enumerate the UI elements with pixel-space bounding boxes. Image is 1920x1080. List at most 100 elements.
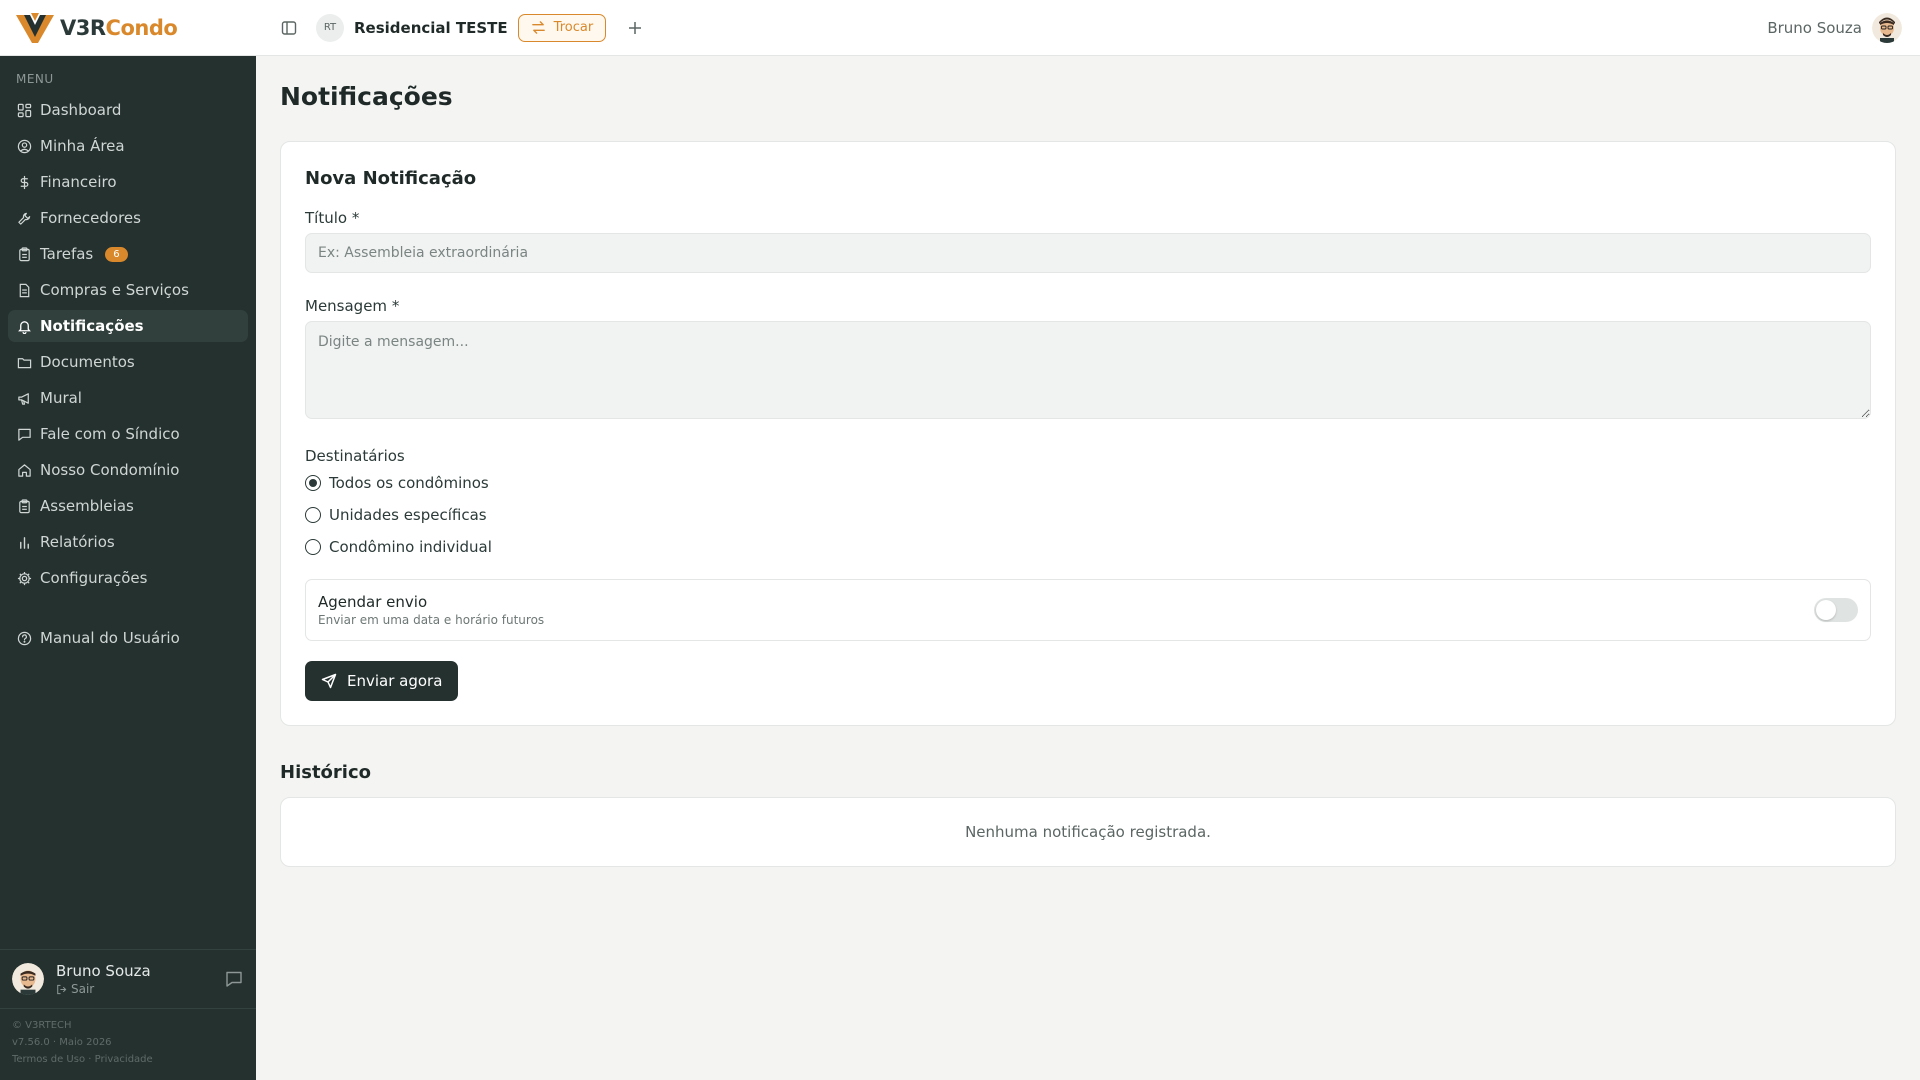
logo-mark-icon — [16, 12, 54, 43]
chat-icon[interactable] — [224, 969, 244, 989]
switch-condo-button[interactable]: Trocar — [517, 13, 607, 42]
sidebar-item-label: Tarefas — [40, 245, 94, 263]
clipboard-icon — [16, 498, 32, 514]
radio-button[interactable] — [305, 507, 321, 523]
privacy-link[interactable]: Privacidade — [95, 1054, 153, 1065]
radio-button[interactable] — [305, 539, 321, 555]
schedule-text: Agendar envio Enviar em uma data e horár… — [318, 593, 1814, 627]
sidebar-item-label: Fale com o Síndico — [40, 425, 180, 443]
new-notification-card: Nova Notificação Título * Mensagem * Des… — [280, 141, 1896, 726]
condo-initials-badge: RT — [316, 13, 344, 42]
sidebar-item-fornecedores[interactable]: Fornecedores — [8, 202, 248, 234]
sidebar-item-label: Manual do Usuário — [40, 629, 180, 647]
recipient-option-units[interactable]: Unidades específicas — [305, 503, 1871, 527]
title-input[interactable] — [305, 233, 1871, 273]
dollar-icon — [16, 174, 32, 190]
bar-chart-icon — [16, 534, 32, 550]
add-condo-button[interactable] — [622, 15, 648, 41]
sidebar-item-label: Configurações — [40, 569, 148, 587]
sidebar-item-notificacoes[interactable]: Notificações — [8, 310, 248, 342]
message-textarea[interactable] — [305, 321, 1871, 419]
legal-info: © V3RTECH v7.56.0 · Maio 2026 Termos de … — [0, 1009, 256, 1080]
recipients-label: Destinatários — [305, 447, 405, 465]
sidebar-item-label: Notificações — [40, 317, 144, 335]
copyright-text: © V3RTECH — [12, 1020, 72, 1031]
file-icon — [16, 282, 32, 298]
condo-name: Residencial TESTE — [354, 18, 508, 37]
avatar-image-icon — [1872, 12, 1902, 43]
recipient-option-all[interactable]: Todos os condôminos — [305, 471, 1871, 495]
user-circle-icon — [16, 138, 32, 154]
sidebar-item-financeiro[interactable]: Financeiro — [8, 166, 248, 198]
history-title: Histórico — [280, 762, 372, 783]
wrench-icon — [16, 210, 32, 226]
message-icon — [16, 426, 32, 442]
empty-state-text: Nenhuma notificação registrada. — [965, 823, 1211, 841]
page-title: Notificações — [280, 82, 453, 111]
avatar — [1872, 12, 1902, 43]
home-icon — [16, 462, 32, 478]
legal-separator: · — [88, 1054, 92, 1065]
schedule-toggle[interactable] — [1814, 598, 1858, 622]
sidebar-item-assembleias[interactable]: Assembleias — [8, 490, 248, 522]
sidebar-item-manual[interactable]: Manual do Usuário — [8, 622, 248, 654]
sidebar-item-fale-sindico[interactable]: Fale com o Síndico — [8, 418, 248, 450]
switch-arrows-icon — [531, 21, 545, 34]
recipient-option-individual[interactable]: Condômino individual — [305, 535, 1871, 559]
app-logo[interactable]: V3RCondo — [0, 0, 256, 56]
sidebar-item-label: Financeiro — [40, 173, 117, 191]
plus-icon — [629, 21, 642, 34]
sidebar-toggle-button[interactable] — [276, 15, 302, 41]
sidebar-item-minha-area[interactable]: Minha Área — [8, 130, 248, 162]
sidebar-item-tarefas[interactable]: Tarefas 6 — [8, 238, 248, 270]
folder-icon — [16, 354, 32, 370]
send-now-button[interactable]: Enviar agora — [305, 661, 459, 701]
sidebar-item-configuracoes[interactable]: Configurações — [8, 562, 248, 594]
recipient-option-label: Unidades específicas — [329, 506, 487, 524]
sidebar-item-label: Fornecedores — [40, 209, 141, 227]
recipients-radio-group: Todos os condôminos Unidades específicas… — [305, 471, 1871, 559]
message-field-label: Mensagem * — [305, 297, 400, 315]
send-now-label: Enviar agora — [347, 672, 443, 690]
recipient-option-label: Todos os condôminos — [329, 474, 489, 492]
logout-label: Sair — [71, 982, 95, 996]
tasks-count-badge: 6 — [105, 246, 128, 262]
title-field-label: Título * — [305, 209, 360, 227]
card-title: Nova Notificação — [305, 168, 477, 189]
sidebar-item-nosso-condominio[interactable]: Nosso Condomínio — [8, 454, 248, 486]
sidebar-item-label: Assembleias — [40, 497, 134, 515]
send-icon — [321, 673, 337, 689]
terms-link[interactable]: Termos de Uso — [12, 1054, 85, 1065]
logo-text-v3r: V3R — [60, 15, 106, 40]
logo-text-condo: Condo — [105, 15, 178, 40]
sidebar-item-label: Dashboard — [40, 101, 122, 119]
sidebar-item-documentos[interactable]: Documentos — [8, 346, 248, 378]
sidebar-spacer — [8, 598, 248, 618]
menu-section-label: MENU — [16, 72, 54, 86]
help-circle-icon — [16, 630, 32, 646]
sidebar-item-dashboard[interactable]: Dashboard — [8, 94, 248, 126]
sidebar: MENU Dashboard Minha Área Financeiro For… — [0, 56, 256, 1080]
top-bar: V3RCondo RT Residencial TESTE Trocar Bru… — [0, 0, 1920, 56]
user-menu[interactable]: Bruno Souza — [1767, 12, 1920, 43]
version-text: v7.56.0 · Maio 2026 — [12, 1037, 112, 1048]
condo-switcher: RT Residencial TESTE Trocar — [276, 13, 648, 42]
user-name: Bruno Souza — [1767, 18, 1862, 37]
sidebar-item-label: Mural — [40, 389, 82, 407]
clipboard-icon — [16, 246, 32, 262]
megaphone-icon — [16, 390, 32, 406]
sidebar-item-label: Documentos — [40, 353, 135, 371]
logout-icon — [57, 984, 67, 994]
logout-button[interactable]: Sair — [56, 982, 212, 996]
grid-icon — [16, 102, 32, 118]
sidebar-footer: Bruno Souza Sair © V3RTECH v7.56.0 · Mai… — [0, 949, 256, 1080]
radio-button[interactable] — [305, 475, 321, 491]
gear-icon — [16, 570, 32, 586]
schedule-subtitle: Enviar em uma data e horário futuros — [318, 613, 545, 627]
avatar-image-icon — [12, 963, 44, 995]
sidebar-item-relatorios[interactable]: Relatórios — [8, 526, 248, 558]
sidebar-item-mural[interactable]: Mural — [8, 382, 248, 414]
main-content: Notificações Nova Notificação Título * M… — [256, 56, 1920, 1080]
sidebar-item-compras-servicos[interactable]: Compras e Serviços — [8, 274, 248, 306]
sidebar-user-name: Bruno Souza — [56, 962, 151, 980]
